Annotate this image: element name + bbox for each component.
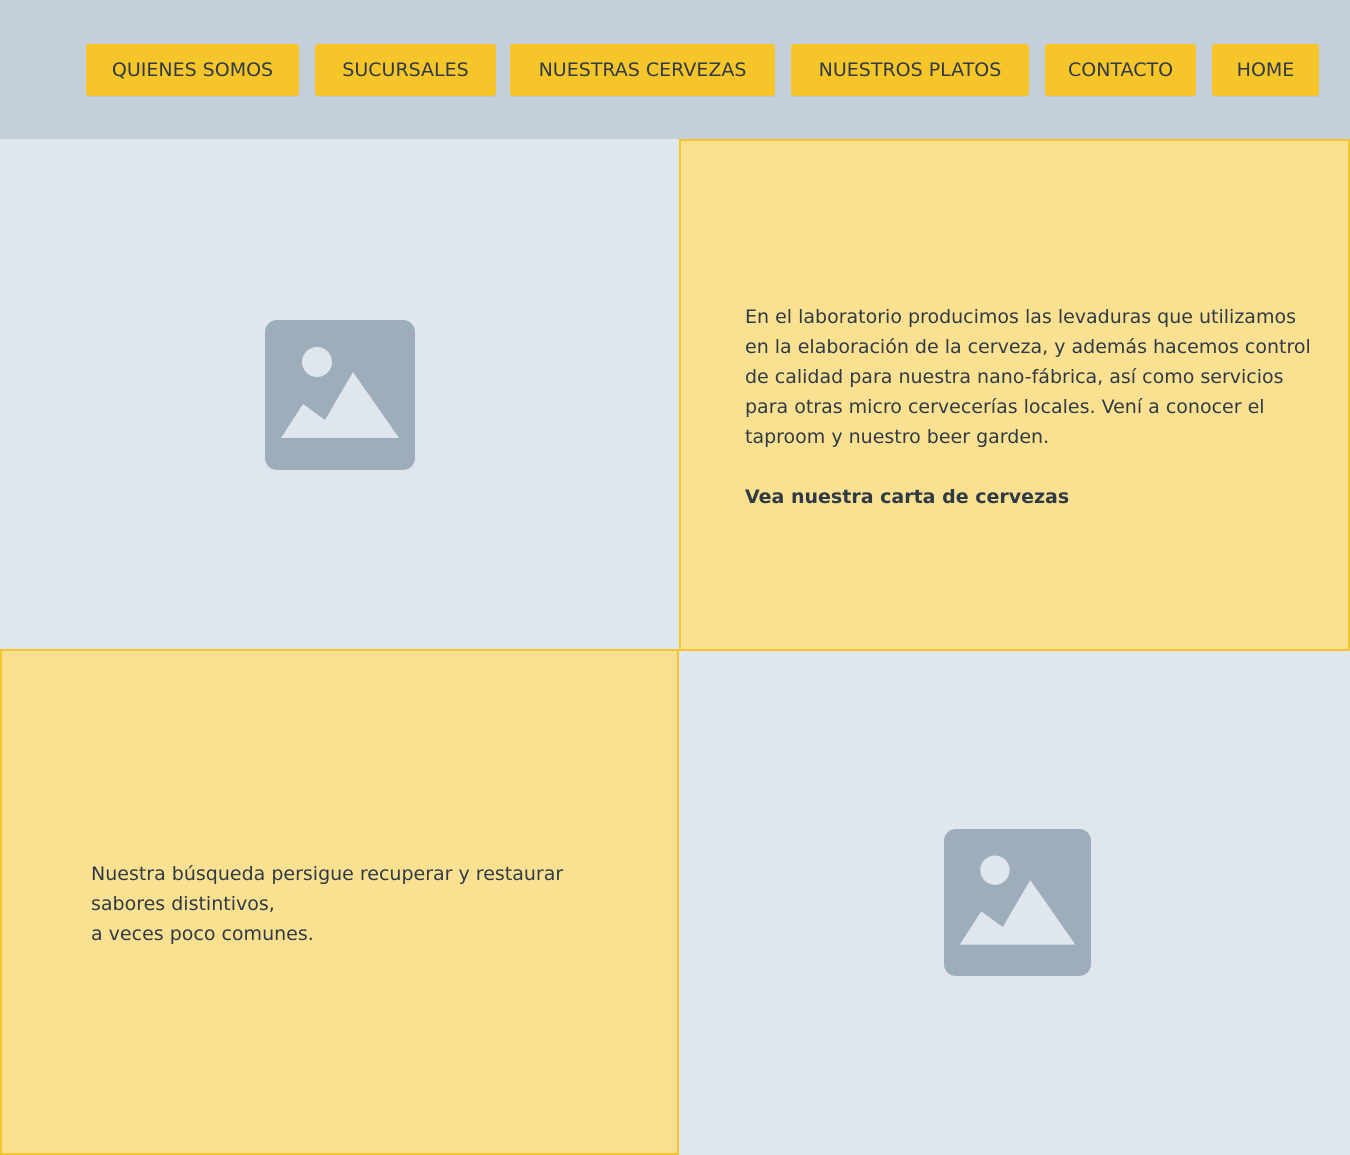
nav-sucursales-button[interactable]: SUCURSALES xyxy=(315,44,496,96)
beer-menu-link[interactable]: Vea nuestra carta de cervezas xyxy=(745,482,1335,512)
section2-image-panel xyxy=(679,651,1350,1155)
image-placeholder-icon xyxy=(265,320,415,470)
section1-image-panel xyxy=(0,139,679,650)
section1-text-panel: En el laboratorio producimos las levadur… xyxy=(679,139,1350,651)
nav-contacto-button[interactable]: CONTACTO xyxy=(1045,44,1196,96)
nav-nuestras-cervezas-button[interactable]: NUESTRAS CERVEZAS xyxy=(510,44,775,96)
section1-text: En el laboratorio producimos las levadur… xyxy=(745,302,1335,512)
nav-home-button[interactable]: HOME xyxy=(1212,44,1319,96)
site-header: QUIENES SOMOS SUCURSALES NUESTRAS CERVEZ… xyxy=(0,0,1350,139)
section2-text-panel: Nuestra búsqueda persigue recuperar y re… xyxy=(0,649,679,1155)
nav-nuestros-platos-button[interactable]: NUESTROS PLATOS xyxy=(791,44,1029,96)
section2-body: Nuestra búsqueda persigue recuperar y re… xyxy=(91,863,564,945)
section1-body: En el laboratorio producimos las levadur… xyxy=(745,306,1311,448)
nav-quienes-somos-button[interactable]: QUIENES SOMOS xyxy=(86,44,299,96)
section2-text: Nuestra búsqueda persigue recuperar y re… xyxy=(91,859,631,949)
image-placeholder-icon xyxy=(944,829,1091,976)
